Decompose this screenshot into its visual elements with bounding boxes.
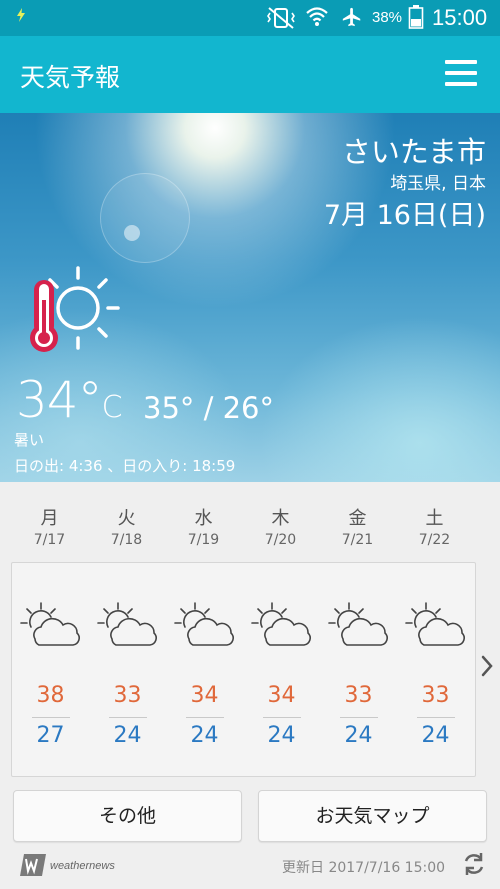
day-of-week: 金 xyxy=(348,508,367,529)
battery-icon xyxy=(408,5,424,29)
high-temperature: 33 xyxy=(344,683,373,708)
low-temperature: 24 xyxy=(267,723,296,748)
partly-cloudy-icon xyxy=(327,601,391,655)
last-updated: 更新日 2017/7/16 15:00 xyxy=(282,860,446,876)
refresh-icon[interactable] xyxy=(462,851,486,877)
low-temperature: 24 xyxy=(344,723,373,748)
high-low-temperature: 35° / 26° xyxy=(143,391,275,425)
weekly-forecast: 月 7/17 火 7/18 水 7/19 木 7/20 金 7/21 土 7/22 38 27 33 24 3… xyxy=(0,482,500,782)
forecast-day-2: 火 7/18 xyxy=(88,504,165,548)
day-of-week: 木 xyxy=(271,508,290,529)
forecast-item[interactable]: 38 27 xyxy=(12,563,89,776)
footer: weathernews 更新日 2017/7/16 15:00 xyxy=(0,842,500,889)
high-temperature: 33 xyxy=(113,683,142,708)
partly-cloudy-icon xyxy=(173,601,237,655)
low-temperature: 24 xyxy=(113,723,142,748)
charging-bolt-icon xyxy=(17,8,25,22)
forecast-item[interactable]: 34 24 xyxy=(166,563,243,776)
partly-cloudy-icon xyxy=(19,601,83,655)
airplane-mode-icon xyxy=(342,7,361,27)
status-clock: 15:00 xyxy=(432,5,488,30)
forecast-day-5: 金 7/21 xyxy=(319,504,396,548)
forecast-date: 7/17 xyxy=(33,532,66,548)
forecast-day-6: 土 7/22 xyxy=(396,504,473,548)
lens-flare-dot xyxy=(124,225,140,241)
partly-cloudy-icon xyxy=(404,601,468,655)
forecast-day-3: 水 7/19 xyxy=(165,504,242,548)
sunrise-sunset: 日の出: 4:36 、日の入り: 18:59 xyxy=(14,457,236,475)
menu-icon[interactable] xyxy=(445,58,477,90)
forecast-item[interactable]: 33 24 xyxy=(320,563,397,776)
low-temperature: 24 xyxy=(421,723,450,748)
forecast-day-1: 月 7/17 xyxy=(11,504,88,548)
temperature-value: 34° xyxy=(16,371,103,429)
vibrate-mute-icon xyxy=(267,7,295,29)
weather-condition: 暑い xyxy=(14,431,45,449)
battery-percent: 38% xyxy=(372,9,403,26)
current-temperature: 34°C xyxy=(16,371,123,429)
high-temperature: 34 xyxy=(190,683,219,708)
forecast-item[interactable]: 33 24 xyxy=(89,563,166,776)
lens-flare xyxy=(100,173,190,263)
region-name: 埼玉県, 日本 xyxy=(390,174,486,194)
high-temperature: 34 xyxy=(267,683,296,708)
divider xyxy=(186,717,224,718)
low-temperature: 27 xyxy=(36,723,65,748)
divider xyxy=(417,717,455,718)
forecast-date: 7/19 xyxy=(187,532,220,548)
day-of-week: 火 xyxy=(117,508,136,529)
weathernews-logo-icon xyxy=(20,854,46,876)
divider xyxy=(340,717,378,718)
divider xyxy=(32,717,70,718)
wifi-icon xyxy=(306,7,328,26)
temperature-unit: C xyxy=(101,390,123,425)
chevron-right-icon[interactable] xyxy=(480,654,494,678)
day-of-week: 土 xyxy=(425,508,444,529)
brand-name: weathernews xyxy=(50,860,115,872)
other-button[interactable]: その他 xyxy=(13,790,242,842)
app-title: 天気予報 xyxy=(20,63,121,92)
weather-map-button[interactable]: お天気マップ xyxy=(258,790,487,842)
current-weather-panel: さいたま市 埼玉県, 日本 7月 16日(日) 34°C 35° / 26° 暑… xyxy=(0,113,500,482)
day-of-week: 月 xyxy=(40,508,59,529)
hot-sun-thermometer-icon xyxy=(30,266,120,352)
current-date: 7月 16日(日) xyxy=(323,200,486,231)
divider xyxy=(263,717,301,718)
divider xyxy=(109,717,147,718)
forecast-date: 7/18 xyxy=(110,532,143,548)
app-bar: 天気予報 xyxy=(0,36,500,113)
forecast-item[interactable]: 33 24 xyxy=(397,563,474,776)
low-temperature: 24 xyxy=(190,723,219,748)
forecast-day-4: 木 7/20 xyxy=(242,504,319,548)
status-bar: 38% 15:00 xyxy=(0,0,500,36)
forecast-date: 7/22 xyxy=(418,532,451,548)
forecast-item[interactable]: 34 24 xyxy=(243,563,320,776)
forecast-days-header: 月 7/17 火 7/18 水 7/19 木 7/20 金 7/21 土 7/22 xyxy=(11,504,473,554)
day-of-week: 水 xyxy=(194,508,213,529)
city-name: さいたま市 xyxy=(341,135,486,169)
partly-cloudy-icon xyxy=(96,601,160,655)
forecast-panel[interactable]: 38 27 33 24 34 24 34 24 33 24 33 24 xyxy=(11,562,476,777)
partly-cloudy-icon xyxy=(250,601,314,655)
high-temperature: 33 xyxy=(421,683,450,708)
forecast-date: 7/20 xyxy=(264,532,297,548)
high-temperature: 38 xyxy=(36,683,65,708)
forecast-date: 7/21 xyxy=(341,532,374,548)
